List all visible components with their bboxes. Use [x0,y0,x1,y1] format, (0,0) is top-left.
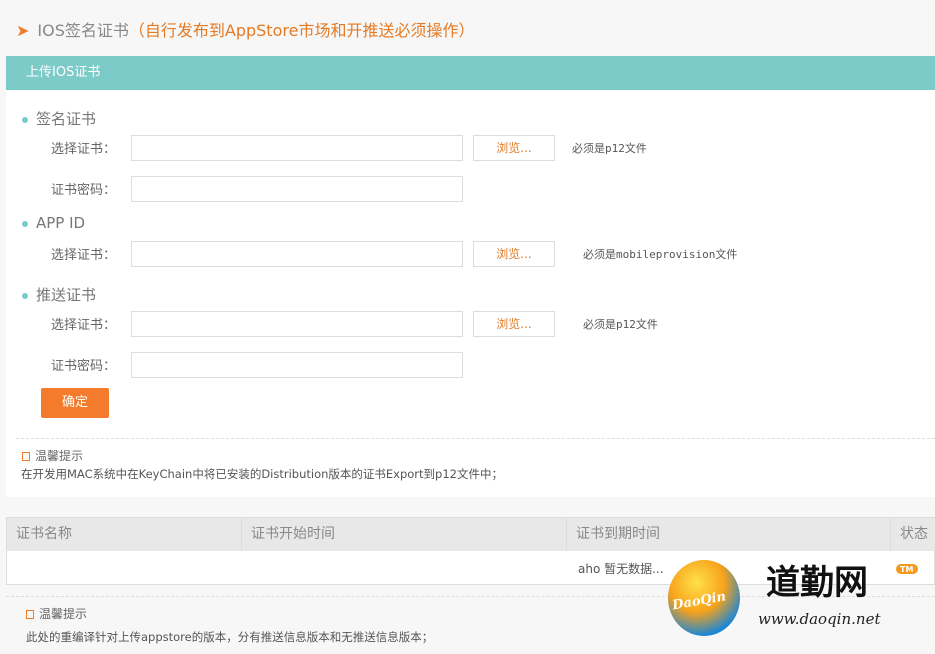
push-password-input[interactable] [131,352,463,378]
push-cert-input[interactable] [131,311,463,337]
tip2-heading: 温馨提示 [26,605,87,622]
signing-browse-button[interactable]: 浏览... [473,135,555,161]
section-title: 推送证书 [36,286,97,304]
label-password: 证书密码： [51,183,117,198]
tip-title: 温馨提示 [35,449,84,463]
section-push: 推送证书 [22,284,96,305]
push-browse-button[interactable]: 浏览... [473,311,555,337]
tip-title: 温馨提示 [39,607,88,621]
push-hint: 必须是p12文件 [583,318,658,331]
square-icon [22,452,30,461]
col-name: 证书名称 [7,518,242,551]
bullet-icon [22,292,28,299]
svg-text:www.daoqin.net: www.daoqin.net [758,610,881,628]
tip-text: 在开发用MAC系统中在KeyChain中将已安装的Distribution版本的… [21,467,503,481]
panel-header: 上传IOS证书 [6,56,935,90]
col-expiry: 证书到期时间 [567,518,891,551]
signing-hint: 必须是p12文件 [572,142,647,155]
title-text: IOS签名证书 [37,21,129,40]
section-title: APP ID [36,214,86,232]
appid-browse-button[interactable]: 浏览... [473,241,555,267]
tip-heading: 温馨提示 [22,447,83,464]
page-title: ➤ IOS签名证书（自行发布到AppStore市场和开推送必须操作） [16,17,474,41]
confirm-button[interactable]: 确定 [41,388,109,418]
svg-text:道勤网: 道勤网 [766,563,868,603]
daoqin-logo-icon: DaoQin 道勤网 TM www.daoqin.net [668,560,918,636]
upload-panel: 上传IOS证书 签名证书 选择证书： 浏览... 必须是p12文件 证书密码： … [6,56,935,497]
label-password: 证书密码： [51,359,117,374]
col-start: 证书开始时间 [242,518,567,551]
arrow-icon: ➤ [16,21,30,40]
watermark-logo: DaoQin 道勤网 TM www.daoqin.net [668,560,918,640]
section-title: 签名证书 [36,110,97,128]
label-select-cert: 选择证书： [51,248,117,263]
signing-password-input[interactable] [131,176,463,202]
bullet-icon [22,116,28,123]
tip2-text: 此处的重编译针对上传appstore的版本，分有推送信息版本和无推送信息版本； [26,630,434,644]
section-signing: 签名证书 [22,108,96,129]
appid-hint: 必须是mobileprovision文件 [583,248,738,261]
col-status: 状态 [900,526,928,542]
section-appid: APP ID [22,214,85,232]
label-select-cert: 选择证书： [51,318,117,333]
table-header: 证书名称 证书开始时间 证书到期时间 状态 [7,518,935,551]
bullet-icon [22,220,28,227]
empty-message: aho 暂无数据... [578,562,664,576]
signing-cert-input[interactable] [131,135,463,161]
divider [16,438,935,439]
title-subtitle: （自行发布到AppStore市场和开推送必须操作） [128,21,475,40]
label-select-cert: 选择证书： [51,142,117,157]
appid-cert-input[interactable] [131,241,463,267]
svg-text:TM: TM [900,565,913,574]
square-icon [26,610,34,619]
